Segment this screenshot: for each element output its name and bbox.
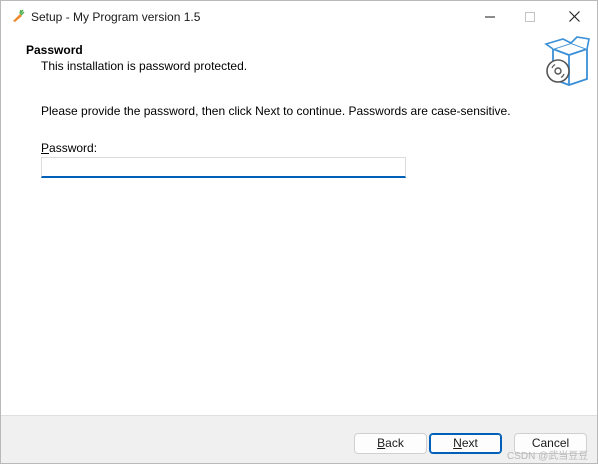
- title-bar[interactable]: Setup - My Program version 1.5: [1, 1, 597, 33]
- next-label: ext: [461, 436, 478, 450]
- next-button[interactable]: Next: [429, 433, 502, 454]
- next-accelerator: N: [453, 436, 462, 450]
- wizard-content: Please provide the password, then click …: [1, 91, 597, 415]
- carrot-icon: [13, 9, 25, 22]
- close-button[interactable]: [551, 1, 597, 32]
- close-icon: [568, 11, 580, 22]
- wizard-header: Password This installation is password p…: [1, 33, 597, 91]
- maximize-button[interactable]: [507, 1, 553, 32]
- maximize-icon: [525, 11, 535, 22]
- password-label-accelerator: P: [41, 141, 50, 155]
- back-accelerator: B: [377, 436, 386, 450]
- setup-box-disc-icon: [544, 36, 590, 86]
- window-title: Setup - My Program version 1.5: [31, 10, 201, 24]
- back-label: ack: [385, 436, 404, 450]
- password-label-text: assword:: [49, 141, 98, 155]
- password-input[interactable]: [41, 157, 406, 178]
- password-label: Password:: [41, 141, 97, 155]
- page-title: Password: [26, 43, 83, 57]
- back-button[interactable]: Back: [354, 433, 427, 454]
- minimize-icon: [485, 16, 495, 17]
- instruction-text: Please provide the password, then click …: [41, 104, 511, 118]
- setup-window: Setup - My Program version 1.5 Password …: [0, 0, 598, 464]
- watermark: CSDN @武当豆豆: [507, 451, 589, 462]
- page-subtitle: This installation is password protected.: [41, 59, 248, 73]
